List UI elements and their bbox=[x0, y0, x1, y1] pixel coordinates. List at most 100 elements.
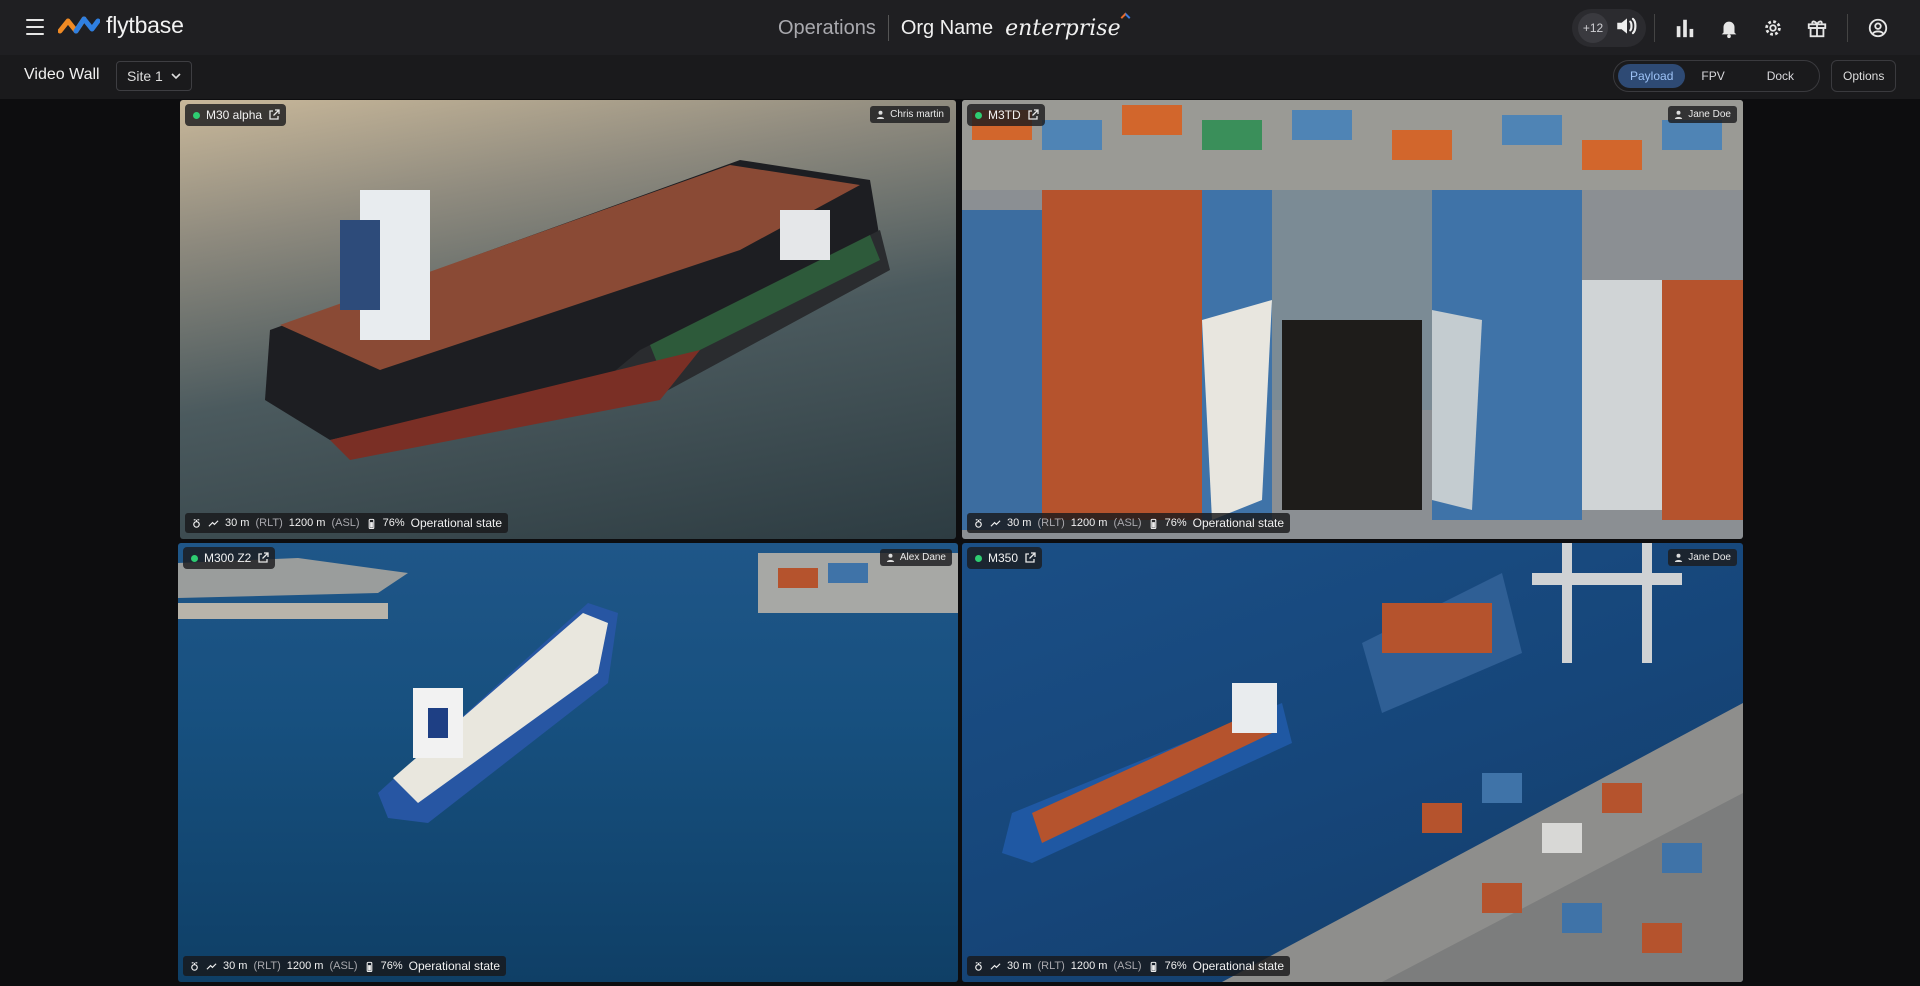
rlt-unit: (RLT) bbox=[253, 960, 281, 972]
site-select[interactable]: Site 1 bbox=[116, 61, 192, 91]
title-divider bbox=[887, 15, 889, 41]
asl-unit: (ASL) bbox=[1113, 517, 1142, 529]
participants-badge[interactable]: +12 bbox=[1578, 13, 1608, 43]
edition-label: enterprise bbox=[1005, 12, 1131, 41]
battery-level: 76% bbox=[1164, 960, 1187, 972]
altitude-icon bbox=[208, 519, 219, 527]
operational-state: Operational state bbox=[410, 516, 503, 530]
video-tile[interactable]: M300 Z2 Alex Dane 30 m (RLT) 1200 m (ASL… bbox=[178, 543, 958, 982]
user-icon bbox=[886, 553, 894, 562]
rlt-value: 30 m bbox=[225, 517, 250, 529]
telemetry-bar: 30 m (RLT) 1200 m (ASL) 76% Operational … bbox=[967, 513, 1291, 533]
telemetry-bar: 30 m (RLT) 1200 m (ASL) 76% Operational … bbox=[183, 956, 507, 976]
asl-value: 1200 m bbox=[1070, 517, 1108, 529]
operator-name: Jane Doe bbox=[1688, 109, 1731, 120]
video-tile[interactable]: M3TD Jane Doe 30 m (RLT) 1200 m (ASL) 76… bbox=[962, 100, 1743, 539]
drone-icon bbox=[193, 518, 200, 528]
open-external-icon[interactable] bbox=[268, 109, 280, 121]
rlt-unit: (RLT) bbox=[1037, 960, 1065, 972]
drone-name: M350 bbox=[988, 551, 1019, 565]
drone-name-chip[interactable]: M3TD bbox=[967, 104, 1045, 126]
online-status-dot bbox=[975, 111, 982, 119]
audio-pill[interactable]: +12 bbox=[1572, 9, 1646, 47]
drone-name: M300 Z2 bbox=[204, 551, 252, 565]
volume-icon[interactable] bbox=[1614, 13, 1640, 44]
open-external-icon[interactable] bbox=[257, 552, 270, 564]
user-icon bbox=[1675, 553, 1683, 562]
gift-icon[interactable] bbox=[1795, 9, 1839, 47]
online-status-dot bbox=[975, 554, 982, 562]
user-icon bbox=[1675, 110, 1683, 119]
toolbar-right: +12 bbox=[1572, 9, 1900, 47]
brand-name: flytbase bbox=[106, 12, 184, 38]
toolbar-divider bbox=[1654, 14, 1655, 42]
battery-level: 76% bbox=[1164, 517, 1187, 529]
operator-name: Chris martin bbox=[890, 109, 944, 120]
mode-dock[interactable]: Dock bbox=[1755, 64, 1806, 88]
top-bar: flytbase Operations Org Name enterprise … bbox=[0, 0, 1920, 55]
gear-icon[interactable] bbox=[1751, 9, 1795, 47]
battery-icon bbox=[1150, 961, 1156, 972]
toolbar-divider bbox=[1847, 14, 1848, 42]
operator-chip: Chris martin bbox=[870, 106, 950, 123]
menu-icon[interactable] bbox=[26, 19, 44, 35]
open-external-icon[interactable] bbox=[1024, 552, 1036, 564]
altitude-icon bbox=[990, 519, 1001, 527]
brand-logo[interactable]: flytbase bbox=[58, 12, 184, 39]
asl-unit: (ASL) bbox=[1113, 960, 1142, 972]
battery-icon bbox=[366, 961, 372, 972]
battery-level: 76% bbox=[380, 960, 403, 972]
operational-state: Operational state bbox=[408, 959, 501, 973]
drone-name-chip[interactable]: M350 bbox=[967, 547, 1043, 569]
video-feed bbox=[178, 543, 958, 982]
telemetry-bar: 30 m (RLT) 1200 m (ASL) 76% Operational … bbox=[967, 956, 1291, 976]
mode-fpv[interactable]: FPV bbox=[1689, 64, 1736, 88]
analytics-icon[interactable] bbox=[1663, 9, 1707, 47]
video-feed bbox=[962, 543, 1743, 982]
view-mode-toggle: Payload FPV Dock bbox=[1613, 60, 1820, 92]
user-icon[interactable] bbox=[1856, 9, 1900, 47]
drone-name-chip[interactable]: M300 Z2 bbox=[183, 547, 276, 569]
drone-icon bbox=[191, 961, 198, 971]
video-wall-title: Video Wall bbox=[24, 66, 100, 83]
video-tile[interactable]: M30 alpha Chris martin 30 m (RLT) 1200 m… bbox=[180, 100, 956, 539]
drone-name-chip[interactable]: M30 alpha bbox=[185, 104, 287, 126]
telemetry-bar: 30 m (RLT) 1200 m (ASL) 76% Operational … bbox=[185, 513, 509, 533]
online-status-dot bbox=[191, 554, 198, 562]
drone-icon bbox=[975, 961, 982, 971]
online-status-dot bbox=[193, 111, 200, 119]
rlt-value: 30 m bbox=[1007, 960, 1032, 972]
section-title: Operations bbox=[778, 16, 876, 39]
asl-value: 1200 m bbox=[288, 517, 326, 529]
operational-state: Operational state bbox=[1192, 516, 1285, 530]
sub-bar: Video Wall Site 1 Payload FPV Dock Optio… bbox=[0, 55, 1920, 99]
flytbase-logo-icon bbox=[58, 16, 100, 33]
video-tile[interactable]: M350 Jane Doe 30 m (RLT) 1200 m (ASL) 76… bbox=[962, 543, 1743, 982]
operational-state: Operational state bbox=[1192, 959, 1285, 973]
bell-icon[interactable] bbox=[1707, 9, 1751, 47]
video-feed bbox=[180, 100, 956, 539]
asl-unit: (ASL) bbox=[331, 517, 360, 529]
asl-unit: (ASL) bbox=[329, 960, 358, 972]
options-button[interactable]: Options bbox=[1831, 60, 1897, 92]
rlt-unit: (RLT) bbox=[1037, 517, 1065, 529]
open-external-icon[interactable] bbox=[1027, 109, 1039, 121]
altitude-icon bbox=[206, 962, 217, 970]
org-name: Org Name bbox=[900, 16, 994, 39]
battery-level: 76% bbox=[382, 517, 405, 529]
drone-icon bbox=[975, 518, 982, 528]
operator-name: Alex Dane bbox=[899, 552, 946, 563]
chevron-down-icon bbox=[171, 73, 181, 80]
rlt-value: 30 m bbox=[223, 960, 248, 972]
asl-value: 1200 m bbox=[286, 960, 324, 972]
site-select-value: Site 1 bbox=[127, 68, 163, 84]
edition-text: enterprise bbox=[1005, 15, 1121, 41]
asl-value: 1200 m bbox=[1070, 960, 1108, 972]
operator-name: Jane Doe bbox=[1688, 552, 1731, 563]
rlt-unit: (RLT) bbox=[255, 517, 283, 529]
mode-payload[interactable]: Payload bbox=[1618, 64, 1686, 88]
video-feed bbox=[962, 100, 1743, 539]
drone-name: M3TD bbox=[988, 108, 1021, 122]
operator-chip: Alex Dane bbox=[879, 549, 952, 566]
operator-chip: Jane Doe bbox=[1668, 106, 1737, 123]
